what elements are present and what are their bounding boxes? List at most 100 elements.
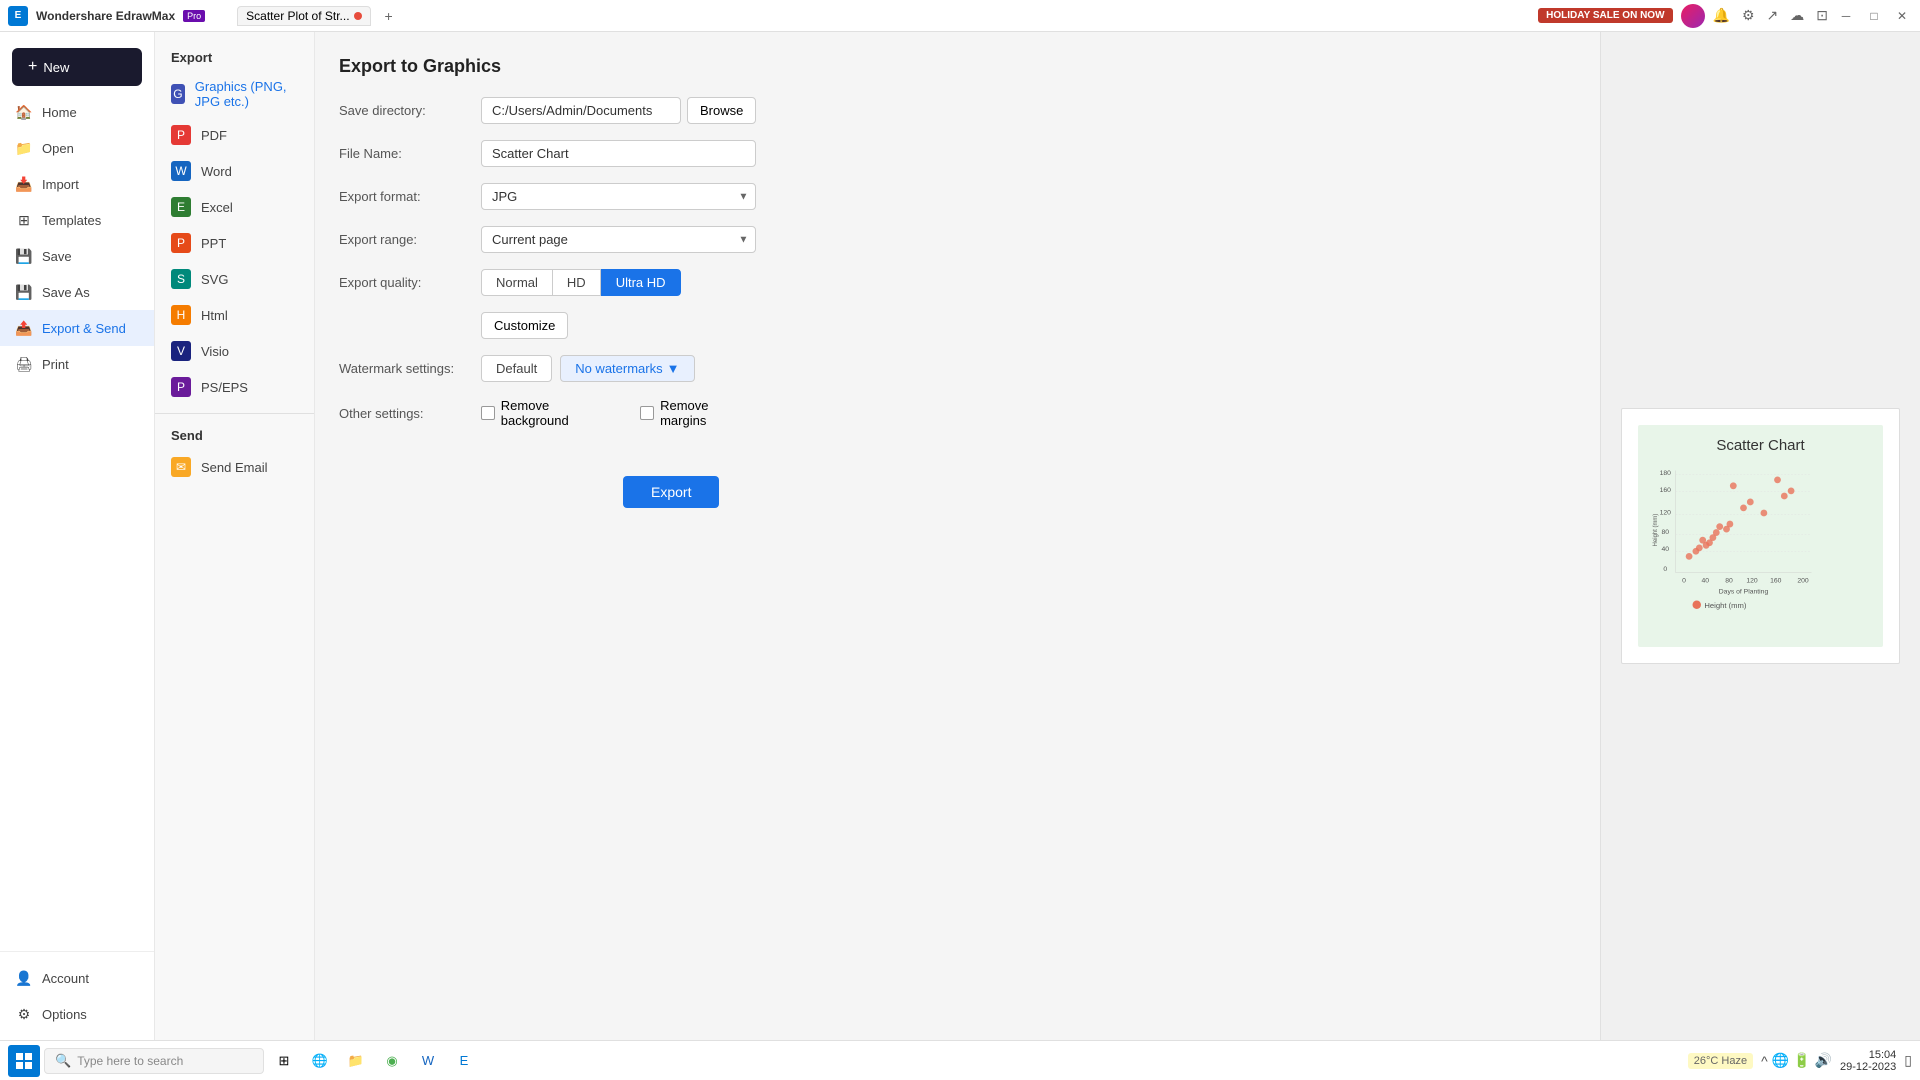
notification-icon[interactable]: 🔔 [1713,7,1730,24]
remove-margins-checkbox[interactable] [640,406,654,420]
watermark-default-button[interactable]: Default [481,355,552,382]
browse-button[interactable]: Browse [687,97,756,124]
app-tab[interactable]: Scatter Plot of Str... [237,6,370,26]
export-range-select[interactable]: Current page All pages Selected [481,226,756,253]
sidebar-item-print[interactable]: 🖨 Print [0,346,154,382]
share-icon[interactable]: ↗ [1767,7,1779,24]
quality-normal-button[interactable]: Normal [481,269,553,296]
file-name-control [481,140,756,167]
remove-bg-checkbox[interactable] [481,406,495,420]
quality-ultrahd-button[interactable]: Ultra HD [601,269,681,296]
export-format-select[interactable]: JPG PNG BMP SVG [481,183,756,210]
show-desktop-button[interactable]: ▯ [1904,1052,1912,1069]
chart-container: Scatter Chart 180 160 120 80 40 0 0 40 8… [1638,425,1883,647]
sidebar-item-templates[interactable]: ⊞ Templates [0,202,154,238]
taskbar: 🔍 Type here to search ⊞ 🌐 📁 ◉ W E 26°C H… [0,1040,1920,1080]
task-view-button[interactable]: ⊞ [268,1045,300,1077]
sidebar-item-open[interactable]: 📁 Open [0,130,154,166]
quality-hd-button[interactable]: HD [553,269,601,296]
edge-browser-icon[interactable]: 🌐 [304,1045,336,1077]
chevron-up-icon[interactable]: ^ [1761,1053,1768,1069]
save-icon: 💾 [16,248,32,264]
customize-button[interactable]: Customize [481,312,568,339]
export-section-title: Export [155,44,314,71]
svg-text:80: 80 [1725,578,1733,585]
chrome-icon[interactable]: ◉ [376,1045,408,1077]
svg-text:180: 180 [1660,470,1672,477]
ppt-icon: P [171,233,191,253]
watermark-row: Watermark settings: Default No watermark… [339,355,756,382]
taskbar-search-text: Type here to search [77,1054,183,1068]
export-item-excel[interactable]: E Excel [155,189,314,225]
export-item-word[interactable]: W Word [155,153,314,189]
export-item-pdf[interactable]: P PDF [155,117,314,153]
export-item-svg[interactable]: S SVG [155,261,314,297]
export-label-pdf: PDF [201,128,227,143]
sidebar-label-home: Home [42,105,77,120]
save-directory-input[interactable] [481,97,681,124]
export-item-email[interactable]: ✉ Send Email [155,449,314,485]
export-form: Save directory: Browse File Name: Export… [339,97,719,428]
network-icon[interactable]: 🌐 [1772,1052,1789,1069]
export-item-html[interactable]: H Html [155,297,314,333]
sidebar-item-save[interactable]: 💾 Save [0,238,154,274]
maximize-button[interactable]: □ [1864,6,1884,26]
export-item-ppt[interactable]: P PPT [155,225,314,261]
new-button[interactable]: + New [12,48,142,86]
sidebar-label-save-as: Save As [42,285,90,300]
zoom-icon[interactable]: ⊡ [1816,7,1828,24]
watermark-label: Watermark settings: [339,361,469,376]
svg-text:Height (mm): Height (mm) [1704,601,1746,610]
sidebar-item-save-as[interactable]: 💾 Save As [0,274,154,310]
sidebar-item-export-send[interactable]: 📤 Export & Send [0,310,154,346]
remove-bg-item[interactable]: Remove background [481,398,618,428]
remove-margins-item[interactable]: Remove margins [640,398,756,428]
taskbar-time-value: 15:04 [1840,1049,1896,1061]
excel-icon: E [171,197,191,217]
print-icon: 🖨 [16,356,32,372]
volume-icon[interactable]: 🔊 [1815,1052,1832,1069]
remove-bg-label: Remove background [501,398,619,428]
export-item-visio[interactable]: V Visio [155,333,314,369]
export-label-pseps: PS/EPS [201,380,248,395]
sidebar-item-home[interactable]: 🏠 Home [0,94,154,130]
sidebar-item-import[interactable]: 📥 Import [0,166,154,202]
file-explorer-icon[interactable]: 📁 [340,1045,372,1077]
user-avatar[interactable] [1681,4,1705,28]
app-title: Wondershare EdrawMax [36,9,175,23]
word-taskbar-icon[interactable]: W [412,1045,444,1077]
section-divider [155,413,314,414]
start-button[interactable] [8,1045,40,1077]
holiday-sale-button[interactable]: HOLIDAY SALE ON NOW [1538,8,1672,23]
battery-icon[interactable]: 🔋 [1793,1052,1810,1069]
export-item-pseps[interactable]: P PS/EPS [155,369,314,405]
titlebar-icons: 🔔 ⚙ ↗ ☁ ⊡ [1713,7,1828,24]
other-settings-row: Other settings: Remove background Remove… [339,398,756,428]
save-directory-label: Save directory: [339,103,469,118]
sidebar-item-account[interactable]: 👤 Account [0,960,154,996]
export-label-graphics: Graphics (PNG, JPG etc.) [195,79,298,109]
settings-icon[interactable]: ⚙ [1742,7,1755,24]
tab-label: Scatter Plot of Str... [246,9,349,23]
export-label-excel: Excel [201,200,233,215]
sidebar-label-print: Print [42,357,69,372]
sidebar-item-options[interactable]: ⚙ Options [0,996,154,1032]
sidebar: + New 🏠 Home 📁 Open 📥 Import ⊞ Templates… [0,32,155,1040]
export-button[interactable]: Export [623,476,719,508]
new-tab-button[interactable]: + [379,6,399,26]
import-icon: 📥 [16,176,32,192]
send-section-title: Send [155,422,314,449]
graphics-icon: G [171,84,185,104]
cloud-icon[interactable]: ☁ [1790,7,1804,24]
close-button[interactable]: ✕ [1892,6,1912,26]
new-plus-icon: + [28,58,37,76]
export-label-word: Word [201,164,232,179]
weather-widget: 26°C Haze [1688,1053,1753,1069]
minimize-button[interactable]: ─ [1836,6,1856,26]
edraw-taskbar-icon[interactable]: E [448,1045,480,1077]
taskbar-search-box[interactable]: 🔍 Type here to search [44,1048,264,1074]
file-name-input[interactable] [481,140,756,167]
file-name-label: File Name: [339,146,469,161]
watermark-none-button[interactable]: No watermarks ▼ [560,355,694,382]
export-item-graphics[interactable]: G Graphics (PNG, JPG etc.) [155,71,314,117]
